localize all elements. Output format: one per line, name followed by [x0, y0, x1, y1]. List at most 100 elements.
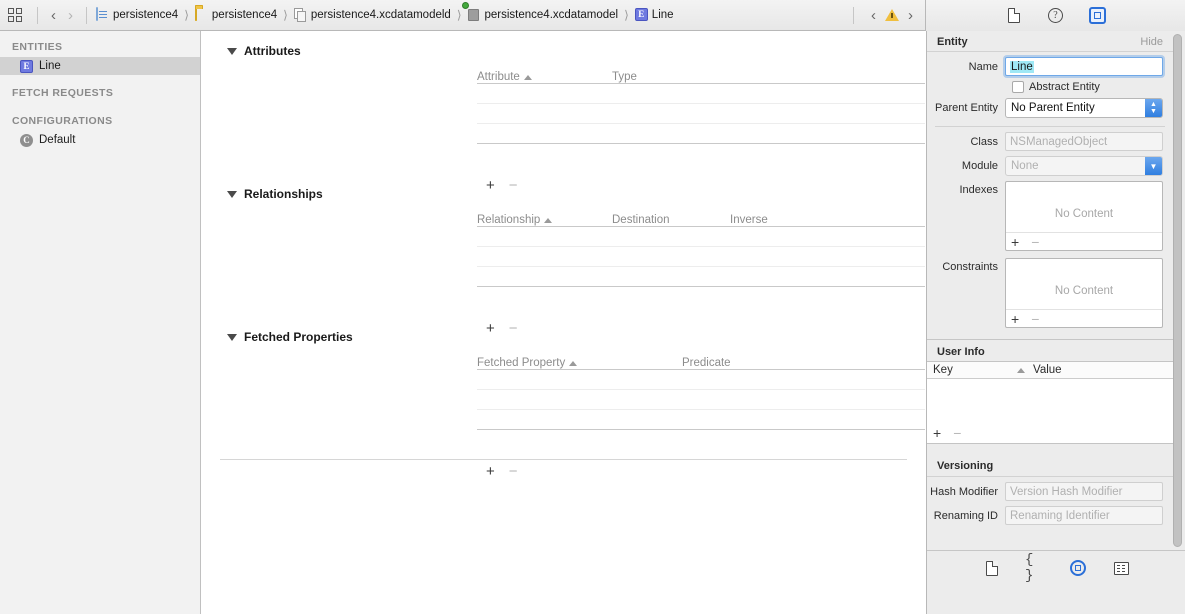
model-editor: Attributes Attribute Type + − Relationsh…: [202, 31, 925, 614]
indexes-listbox[interactable]: No Content + −: [1005, 181, 1163, 251]
user-info-add-remove: + −: [927, 423, 961, 443]
parent-entity-label: Parent Entity: [935, 102, 998, 114]
sidebar-item-default[interactable]: C Default: [0, 131, 200, 149]
hash-modifier-field[interactable]: Version Hash Modifier: [1005, 482, 1163, 501]
entity-name-field[interactable]: Line: [1005, 57, 1163, 76]
renaming-id-placeholder: Renaming Identifier: [1010, 509, 1110, 522]
column-header-value[interactable]: Value: [1025, 364, 1062, 376]
renaming-id-field[interactable]: Renaming Identifier: [1005, 506, 1163, 525]
quick-help-inspector-icon[interactable]: ?: [1046, 5, 1066, 25]
remove-fetched-property-button[interactable]: −: [509, 464, 518, 479]
data-model-inspector: Entity Hide Name Line Abstract Entity Pa…: [926, 31, 1185, 614]
column-header-destination[interactable]: Destination: [612, 214, 730, 226]
grid-cell: [8, 8, 14, 14]
column-header-inverse[interactable]: Inverse: [730, 214, 768, 226]
section-title: Fetched Properties: [244, 330, 353, 344]
next-issue-button[interactable]: ›: [902, 5, 919, 25]
jump-bar: ‹ › persistence4 ⟩ persistence4 ⟩ persis…: [0, 0, 846, 31]
add-user-info-button[interactable]: +: [933, 426, 941, 440]
module-select[interactable]: None ▼: [1005, 156, 1163, 176]
remove-index-button[interactable]: −: [1031, 235, 1039, 249]
breadcrumb-item-entity[interactable]: E Line: [633, 5, 676, 25]
breadcrumb-label: persistence4.xcdatamodeld: [310, 9, 451, 21]
disclosure-triangle-icon[interactable]: [227, 190, 237, 198]
file-inspector-icon[interactable]: [1004, 5, 1024, 25]
sort-ascending-icon: [523, 74, 532, 80]
braces-icon[interactable]: { }: [1025, 552, 1045, 584]
forward-button[interactable]: ›: [62, 5, 79, 25]
sidebar-header-entities: ENTITIES: [12, 41, 63, 53]
constraints-add-remove: + −: [1006, 309, 1162, 327]
previous-issue-button[interactable]: ‹: [865, 5, 882, 25]
table-row[interactable]: [477, 247, 925, 267]
class-field[interactable]: NSManagedObject: [1005, 132, 1163, 151]
scrollbar-thumb[interactable]: [1173, 34, 1182, 547]
warning-triangle-icon[interactable]: [885, 9, 899, 21]
section-title: Relationships: [244, 187, 323, 201]
table-row[interactable]: [477, 267, 925, 287]
class-row: Class NSManagedObject: [927, 132, 1173, 151]
column-header-predicate[interactable]: Predicate: [682, 357, 731, 369]
disclosure-triangle-icon[interactable]: [227, 47, 237, 55]
add-constraint-button[interactable]: +: [1011, 312, 1019, 326]
fetched-properties-section-header[interactable]: Fetched Properties: [202, 329, 925, 345]
issue-navigation-group: ‹ ›: [861, 0, 925, 31]
abstract-entity-row: Abstract Entity: [927, 81, 1173, 93]
remove-user-info-button[interactable]: −: [953, 426, 961, 440]
indexes-empty-label: No Content: [1054, 208, 1114, 220]
parent-entity-select[interactable]: No Parent Entity ▲ ▼: [1005, 98, 1163, 118]
sidebar-item-label: Default: [39, 134, 76, 146]
breadcrumb-item-folder[interactable]: persistence4: [193, 5, 279, 25]
constraints-empty-label: No Content: [1054, 285, 1114, 297]
column-header-fetched-property[interactable]: Fetched Property: [477, 357, 682, 369]
table-row[interactable]: [477, 84, 925, 104]
module-row: Module None ▼: [927, 156, 1173, 176]
grid-view-icon[interactable]: [8, 8, 22, 22]
table-row[interactable]: [477, 410, 925, 430]
remove-constraint-button[interactable]: −: [1031, 312, 1039, 326]
divider: [853, 6, 854, 24]
breadcrumb-label: persistence4.xcdatamodel: [484, 9, 619, 21]
toolbar-right: ‹ › ?: [846, 0, 1185, 31]
indexes-row: Indexes No Content + −: [927, 181, 1173, 251]
attributes-section-header[interactable]: Attributes: [202, 43, 925, 59]
sidebar-item-line[interactable]: E Line: [0, 57, 200, 75]
relationships-section-header[interactable]: Relationships: [202, 186, 925, 202]
table-row[interactable]: [477, 370, 925, 390]
breadcrumb-item-datamodel[interactable]: persistence4.xcdatamodel: [461, 1, 621, 25]
target-inspector-icon[interactable]: [1068, 558, 1088, 578]
inspector-scrollbar[interactable]: [1173, 34, 1182, 547]
inspector-selector-bar: ?: [925, 0, 1185, 31]
table-row[interactable]: [477, 104, 925, 124]
abstract-entity-checkbox[interactable]: [1012, 81, 1024, 93]
file-template-icon[interactable]: [982, 558, 1002, 578]
column-header-attribute[interactable]: Attribute: [477, 71, 612, 83]
chevron-right-icon: ⟩: [283, 8, 288, 22]
module-label: Module: [961, 160, 998, 172]
add-index-button[interactable]: +: [1011, 235, 1019, 249]
hide-button[interactable]: Hide: [1140, 36, 1163, 48]
versioning-title: Versioning: [927, 454, 1173, 477]
data-model-inspector-icon[interactable]: [1088, 5, 1108, 25]
attributes-table: Attribute Type: [477, 68, 925, 144]
table-row[interactable]: [477, 390, 925, 410]
entity-name-row: Name Line: [927, 57, 1173, 76]
add-fetched-property-button[interactable]: +: [486, 464, 495, 479]
disclosure-triangle-icon[interactable]: [227, 333, 237, 341]
back-button[interactable]: ‹: [45, 5, 62, 25]
versioning-section: Versioning Hash Modifier Version Hash Mo…: [927, 454, 1173, 525]
constraints-listbox[interactable]: No Content + −: [1005, 258, 1163, 328]
sort-ascending-icon: [569, 360, 578, 366]
attributes-section: Attributes Attribute Type + −: [202, 43, 925, 193]
breadcrumb-item-project[interactable]: persistence4: [94, 5, 180, 25]
list-inspector-icon[interactable]: [1111, 558, 1131, 578]
table-row[interactable]: [477, 227, 925, 247]
entities-sidebar: ENTITIES E Line FETCH REQUESTS CONFIGURA…: [0, 31, 201, 614]
column-header-type[interactable]: Type: [612, 71, 637, 83]
indexes-label: Indexes: [959, 184, 998, 196]
table-row[interactable]: [477, 124, 925, 144]
column-header-relationship[interactable]: Relationship: [477, 214, 612, 226]
breadcrumb-item-datamodeld[interactable]: persistence4.xcdatamodeld: [292, 5, 453, 25]
parent-entity-value: No Parent Entity: [1011, 102, 1095, 114]
column-header-key[interactable]: Key: [927, 364, 1017, 376]
